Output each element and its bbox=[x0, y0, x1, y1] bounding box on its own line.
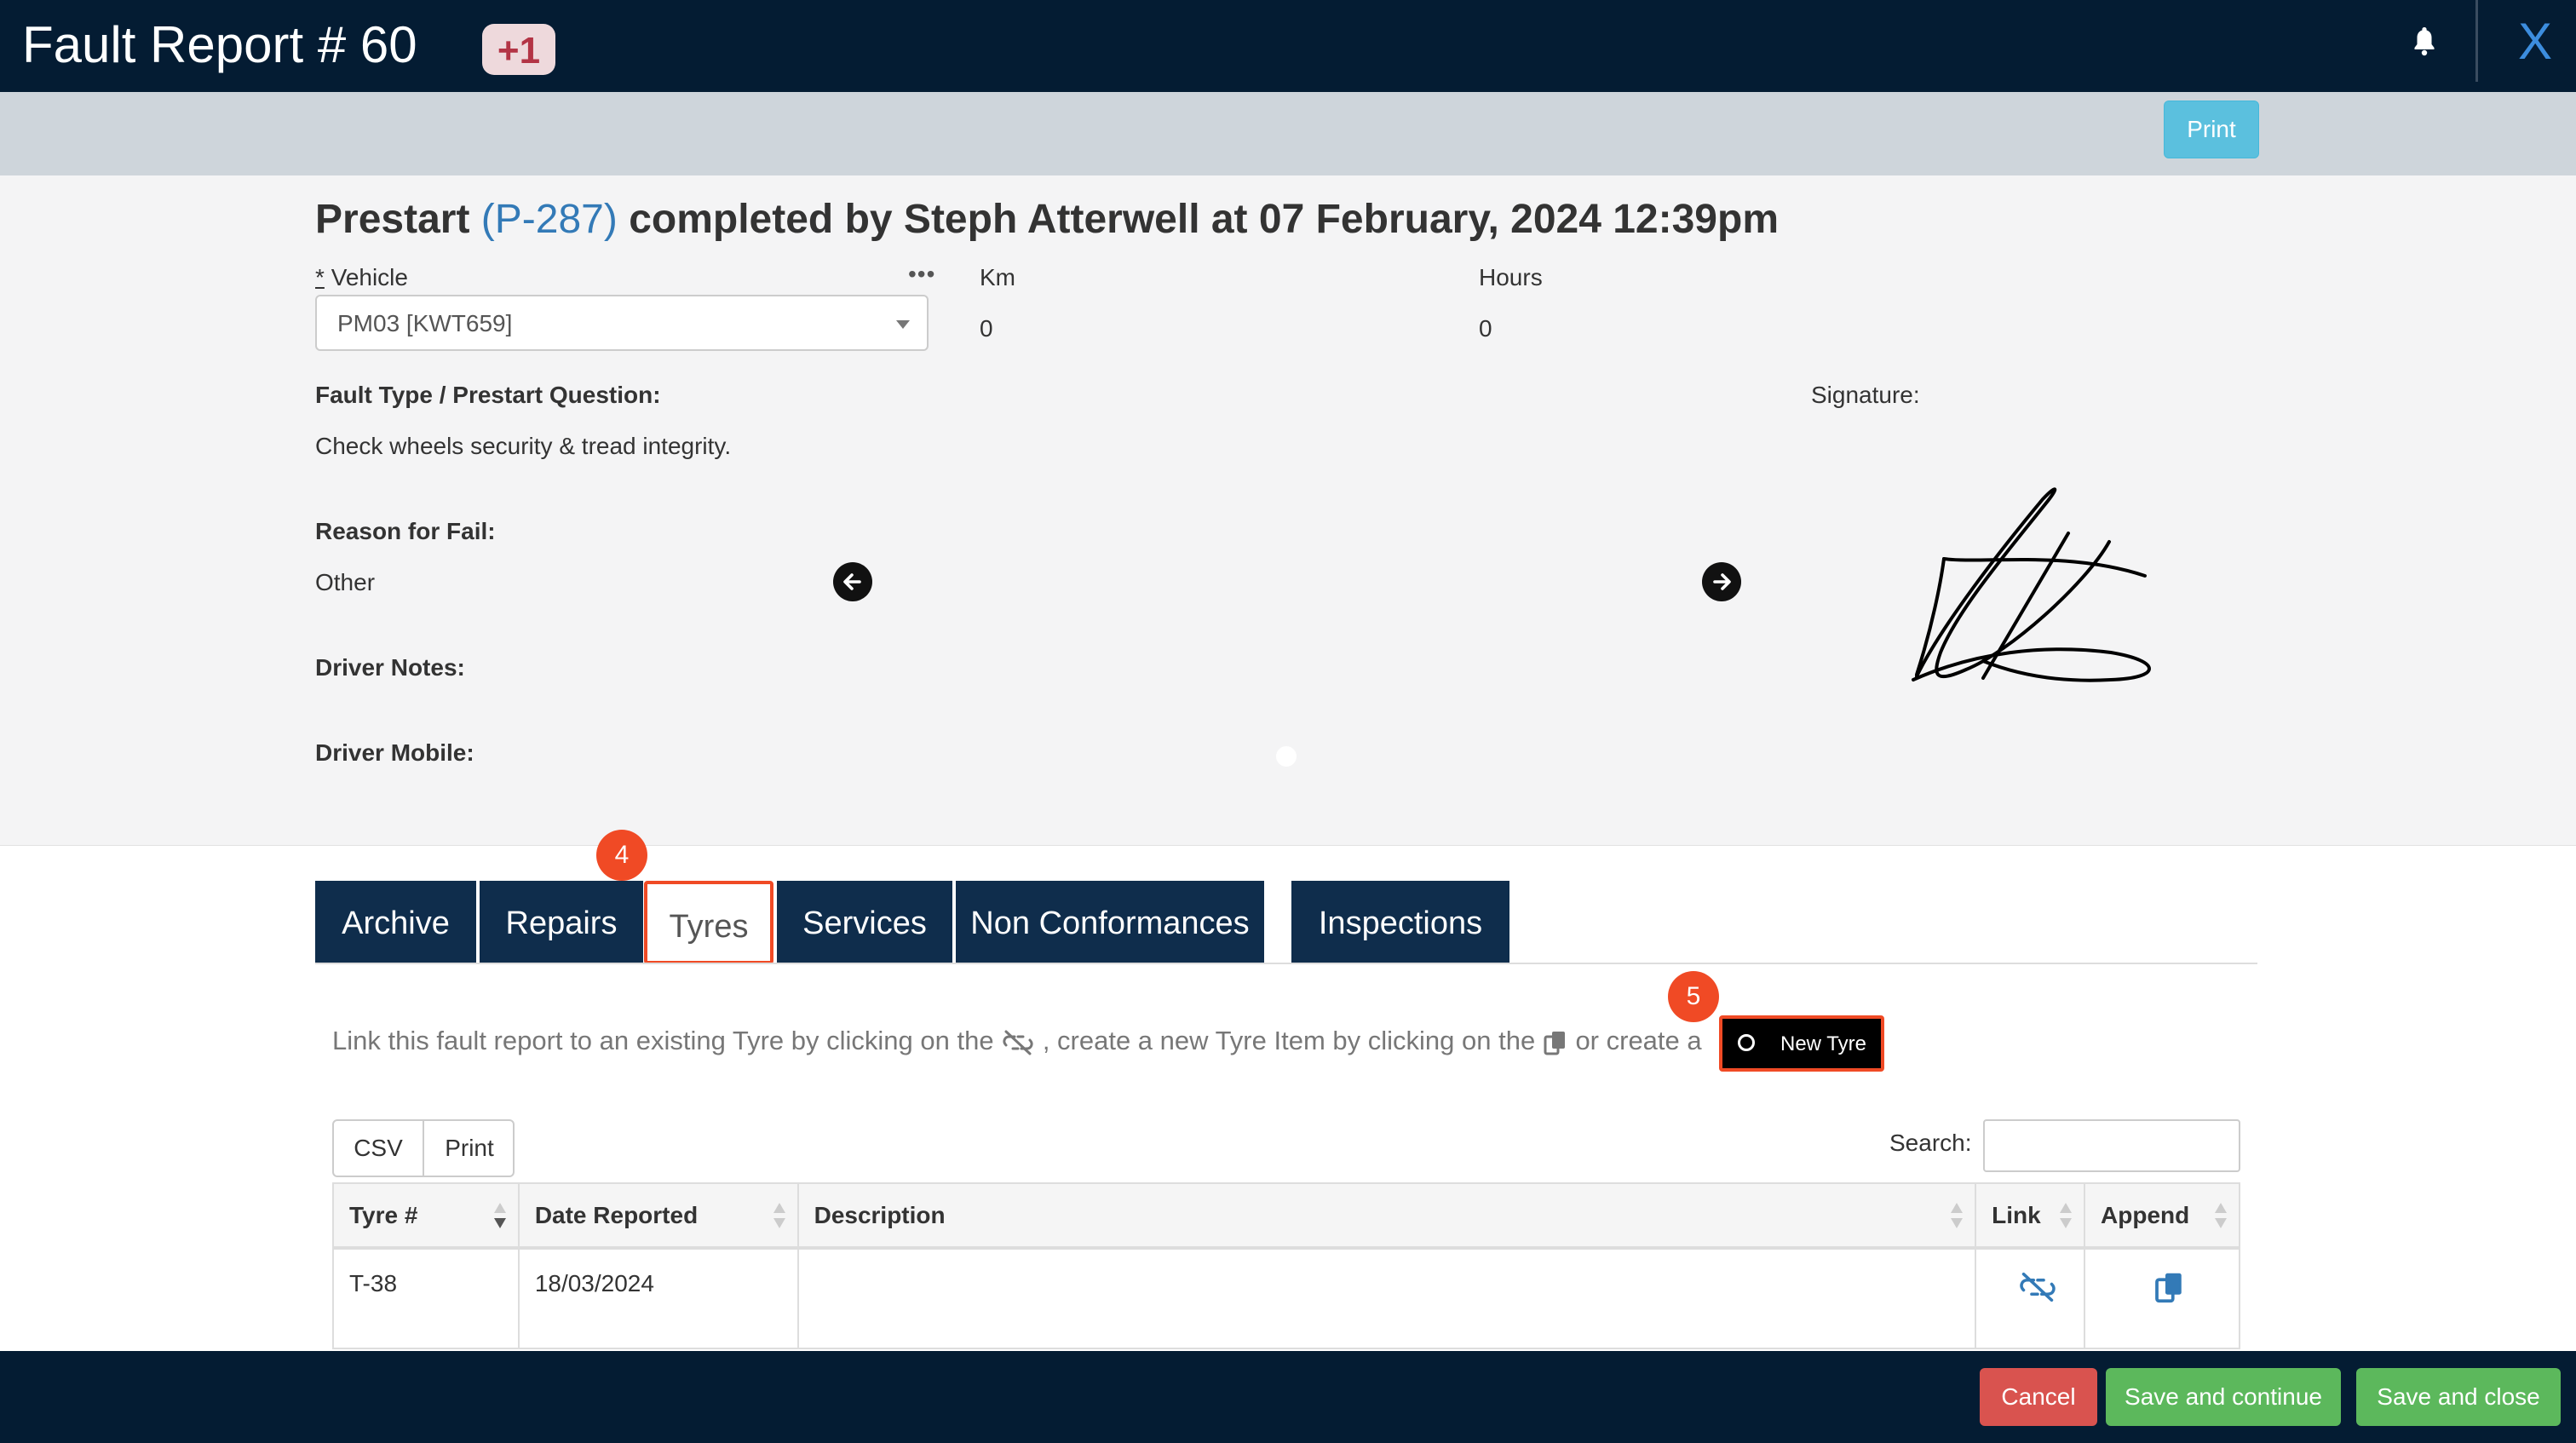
required-mark: * bbox=[315, 264, 325, 290]
info-text-1: Link this fault report to an existing Ty… bbox=[332, 1026, 994, 1055]
unlink-icon bbox=[1003, 1030, 1033, 1055]
reason-label: Reason for Fail: bbox=[315, 518, 496, 544]
arrow-left-icon[interactable] bbox=[833, 562, 872, 601]
column-date-reported[interactable]: Date Reported bbox=[517, 1182, 799, 1250]
append-copy-icon[interactable] bbox=[2153, 1270, 2186, 1304]
tyre-instructions: Link this fault report to an existing Ty… bbox=[332, 1026, 1702, 1057]
search-input[interactable] bbox=[1983, 1119, 2240, 1172]
save-close-button[interactable]: Save and close bbox=[2356, 1368, 2561, 1426]
new-tyre-button[interactable]: New Tyre bbox=[1719, 1015, 1884, 1072]
tab-services[interactable]: Services bbox=[777, 881, 952, 964]
sort-icon bbox=[493, 1203, 506, 1232]
driver-notes-label: Driver Notes: bbox=[315, 654, 465, 681]
reason-value: Other bbox=[315, 569, 376, 595]
vehicle-select-value: PM03 [KWT659] bbox=[337, 310, 513, 336]
column-tyre-number-label: Tyre # bbox=[349, 1201, 418, 1228]
tab-repairs[interactable]: Repairs bbox=[480, 881, 643, 964]
new-tyre-label: New Tyre bbox=[1780, 1032, 1866, 1055]
tab-non-conformances[interactable]: Non Conformances bbox=[956, 881, 1264, 964]
cancel-button[interactable]: Cancel bbox=[1980, 1368, 2097, 1426]
tab-archive[interactable]: Archive bbox=[315, 881, 476, 964]
close-button[interactable]: X bbox=[2518, 12, 2552, 71]
copy-icon bbox=[1544, 1031, 1565, 1055]
tyres-table: Tyre # Date Reported Description Link Ap… bbox=[332, 1182, 2240, 1349]
cell-append bbox=[2084, 1247, 2240, 1349]
fault-type-value: Check wheels security & tread integrity. bbox=[315, 433, 732, 459]
export-button-group: CSV Print bbox=[332, 1119, 515, 1177]
prestart-prefix: Prestart bbox=[315, 197, 470, 242]
cell-tyre-number: T-38 bbox=[332, 1247, 520, 1349]
fault-type-label: Fault Type / Prestart Question: bbox=[315, 382, 661, 408]
sort-icon bbox=[773, 1203, 785, 1232]
prestart-heading: Prestart (P-287) completed by Steph Atte… bbox=[315, 196, 1779, 243]
bell-icon[interactable] bbox=[2412, 26, 2436, 56]
link-tyre-icon[interactable] bbox=[2017, 1270, 2058, 1304]
arrow-right-icon[interactable] bbox=[1702, 562, 1741, 601]
prestart-code-link[interactable]: (P-287) bbox=[481, 197, 618, 242]
page-title: Fault Report # 60 bbox=[22, 16, 417, 73]
chevron-down-icon bbox=[896, 320, 910, 329]
column-description[interactable]: Description bbox=[796, 1182, 1977, 1250]
tab-tyres[interactable]: Tyres bbox=[644, 881, 773, 964]
sort-icon bbox=[1951, 1203, 1964, 1232]
tabs-divider bbox=[315, 963, 2257, 964]
tab-inspections[interactable]: Inspections bbox=[1291, 881, 1509, 964]
column-tyre-number[interactable]: Tyre # bbox=[332, 1182, 520, 1250]
signature-label: Signature: bbox=[1811, 382, 1920, 408]
vehicle-label-text: Vehicle bbox=[331, 264, 408, 290]
column-append-label: Append bbox=[2101, 1201, 2190, 1228]
cell-link bbox=[1975, 1247, 2086, 1349]
more-options-icon[interactable]: ••• bbox=[908, 261, 935, 288]
info-text-2: , create a new Tyre Item by clicking on … bbox=[1042, 1026, 1536, 1055]
step-marker-5: 5 bbox=[1668, 971, 1719, 1022]
csv-button[interactable]: CSV bbox=[334, 1121, 423, 1176]
km-value: 0 bbox=[980, 315, 993, 342]
column-description-label: Description bbox=[814, 1201, 946, 1228]
column-date-reported-label: Date Reported bbox=[534, 1201, 699, 1228]
print-button[interactable]: Print bbox=[2164, 101, 2259, 158]
driver-mobile-label: Driver Mobile: bbox=[315, 739, 474, 766]
cell-description bbox=[796, 1247, 1977, 1349]
carousel-dot bbox=[1276, 746, 1297, 767]
column-append[interactable]: Append bbox=[2084, 1182, 2240, 1250]
count-badge[interactable]: +1 bbox=[482, 24, 555, 75]
sort-icon bbox=[2215, 1203, 2227, 1232]
cell-date-reported: 18/03/2024 bbox=[517, 1247, 799, 1349]
hours-label: Hours bbox=[1479, 264, 1543, 290]
save-continue-button[interactable]: Save and continue bbox=[2106, 1368, 2341, 1426]
signature-image bbox=[1912, 487, 2151, 682]
header-divider bbox=[2475, 0, 2478, 82]
vehicle-label: * Vehicle bbox=[315, 264, 408, 291]
column-link-label: Link bbox=[1992, 1201, 2041, 1228]
vehicle-select[interactable]: PM03 [KWT659] bbox=[315, 295, 929, 351]
table-header-row: Tyre # Date Reported Description Link Ap… bbox=[332, 1182, 2240, 1250]
circle-icon bbox=[1738, 1034, 1755, 1051]
step-marker-4: 4 bbox=[596, 830, 647, 881]
table-print-button[interactable]: Print bbox=[424, 1121, 515, 1176]
column-link[interactable]: Link bbox=[1975, 1182, 2086, 1250]
info-text-3: or create a bbox=[1575, 1026, 1702, 1055]
km-label: Km bbox=[980, 264, 1015, 290]
sort-icon bbox=[2060, 1203, 2073, 1232]
hours-value: 0 bbox=[1479, 315, 1492, 342]
search-label: Search: bbox=[1889, 1130, 1972, 1156]
prestart-suffix: completed by Steph Atterwell at 07 Febru… bbox=[629, 197, 1779, 242]
table-row: T-38 18/03/2024 bbox=[332, 1247, 2240, 1349]
